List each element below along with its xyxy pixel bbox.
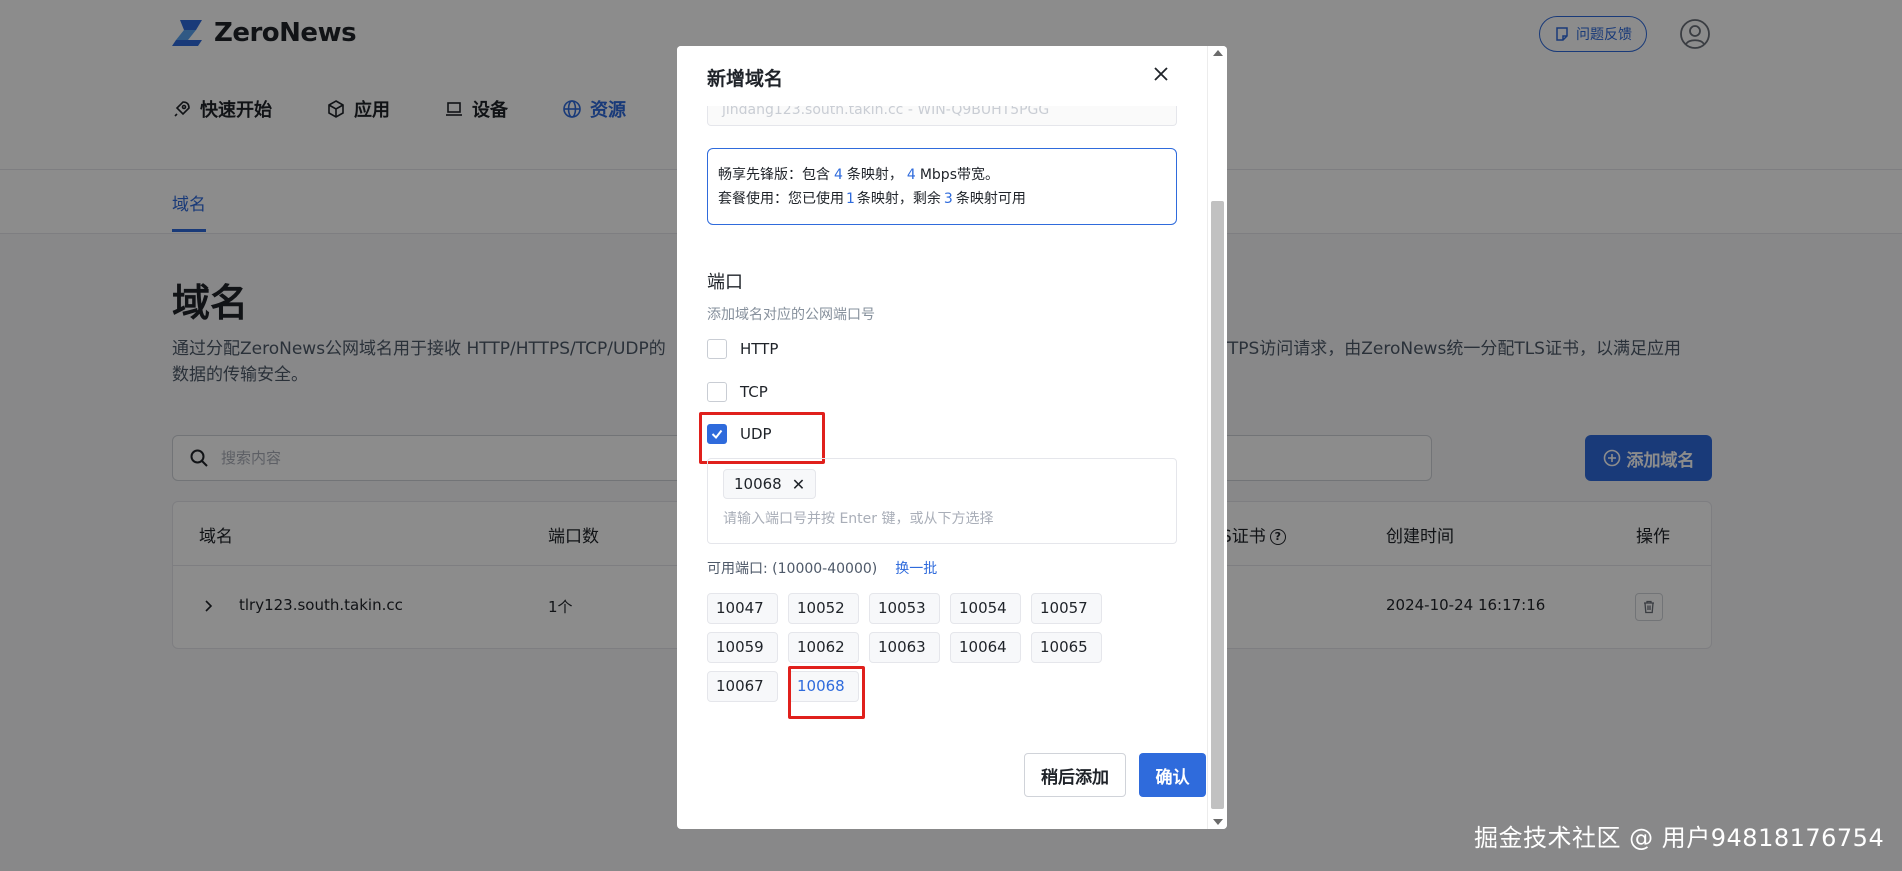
protocol-tcp[interactable]: TCP: [707, 382, 768, 402]
scroll-up-arrow-icon[interactable]: [1213, 50, 1223, 56]
watermark: 掘金技术社区 @ 用户94818176754: [1474, 824, 1885, 852]
http-checkbox[interactable]: [707, 339, 727, 359]
port-tag-label: 10068: [734, 475, 782, 493]
plan-text: 畅享先锋版：包含: [718, 167, 830, 183]
port-highlight-box: [788, 666, 865, 719]
plan-used-count: 1: [846, 191, 855, 207]
close-icon[interactable]: ✕: [792, 475, 805, 494]
add-later-button[interactable]: 稍后添加: [1024, 753, 1126, 797]
modal-body: jindang123.south.takin.cc - WIN-Q9BUHT5P…: [699, 46, 1206, 829]
port-section-title: 端口: [707, 272, 743, 293]
tcp-checkbox[interactable]: [707, 382, 727, 402]
plan-text: Mbps带宽。: [919, 167, 999, 183]
port-option[interactable]: 10062: [788, 632, 859, 663]
modal-title: 新增域名: [707, 68, 784, 90]
port-option[interactable]: 10065: [1031, 632, 1102, 663]
plan-text: 条映射，剩余: [856, 191, 941, 207]
protocol-label: HTTP: [740, 340, 779, 358]
refresh-ports-link[interactable]: 换一批: [895, 558, 937, 578]
plan-text: 条映射，: [846, 167, 903, 183]
modal-header: 新增域名: [677, 46, 1207, 106]
confirm-button[interactable]: 确认: [1139, 753, 1206, 797]
available-range: (10000-40000): [772, 561, 878, 577]
plan-bandwidth: 4: [906, 167, 916, 183]
protocol-label: TCP: [740, 383, 768, 401]
port-option[interactable]: 10064: [950, 632, 1021, 663]
plan-text: 条映射可用: [955, 191, 1026, 207]
scroll-thumb[interactable]: [1211, 201, 1224, 809]
port-option[interactable]: 10059: [707, 632, 778, 663]
protocol-http[interactable]: HTTP: [707, 339, 778, 359]
scroll-down-arrow-icon[interactable]: [1213, 819, 1223, 825]
plan-remaining-count: 3: [943, 191, 953, 207]
port-option[interactable]: 10053: [869, 593, 940, 624]
available-label-text: 可用端口:: [707, 561, 768, 577]
udp-highlight-box: [699, 412, 825, 464]
plan-line-2: 套餐使用：您已使用 1 条映射，剩余 3 条映射可用: [718, 187, 1166, 211]
modal-scrollbar[interactable]: [1207, 46, 1227, 829]
available-ports-row: 可用端口: (10000-40000) 换一批: [707, 558, 937, 578]
plan-mappings-count: 4: [834, 167, 843, 183]
port-input[interactable]: [723, 511, 1163, 527]
port-tag: 10068 ✕: [723, 469, 817, 499]
plan-text: 套餐使用：您已使用: [718, 191, 844, 207]
port-option[interactable]: 10057: [1031, 593, 1102, 624]
plan-line-1: 畅享先锋版：包含 4 条映射， 4 Mbps带宽。: [718, 163, 1166, 187]
port-option[interactable]: 10063: [869, 632, 940, 663]
port-option[interactable]: 10054: [950, 593, 1021, 624]
port-option[interactable]: 10047: [707, 593, 778, 624]
port-section-subtitle: 添加域名对应的公网端口号: [707, 307, 875, 323]
port-input-box[interactable]: 10068 ✕: [707, 458, 1177, 544]
available-label: 可用端口: (10000-40000): [707, 558, 877, 578]
plan-info-box: 畅享先锋版：包含 4 条映射， 4 Mbps带宽。 套餐使用：您已使用 1 条映射，剩余 3 条…: [707, 148, 1177, 225]
add-domain-modal: jindang123.south.takin.cc - WIN-Q9BUHT5P…: [677, 46, 1227, 829]
port-option[interactable]: 10067: [707, 671, 778, 702]
port-option[interactable]: 10052: [788, 593, 859, 624]
close-icon[interactable]: [1149, 62, 1173, 86]
